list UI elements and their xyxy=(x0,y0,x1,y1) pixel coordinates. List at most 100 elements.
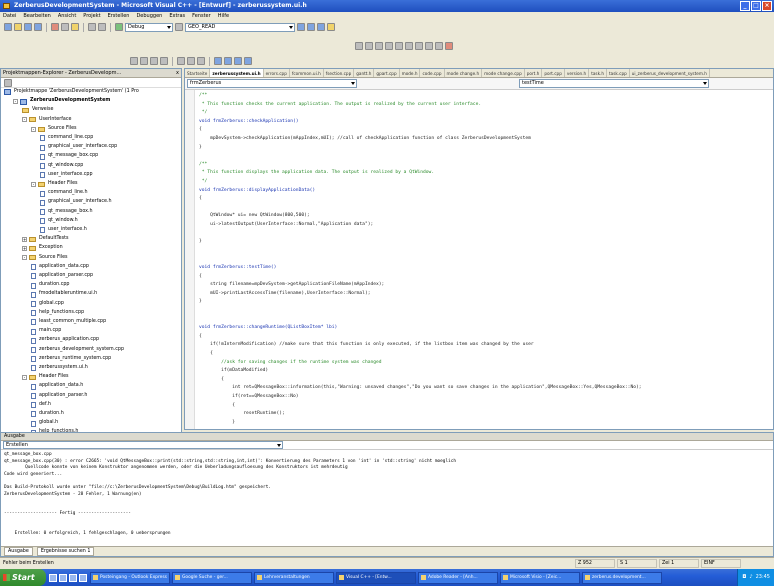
taskbar-button[interactable]: Visual C++ - [Entw... xyxy=(336,571,416,584)
parameter-info-icon[interactable] xyxy=(244,57,252,65)
tree-item[interactable]: + Exception xyxy=(22,245,63,252)
tree-item[interactable]: user_interface.h xyxy=(40,227,87,234)
outdent-icon[interactable] xyxy=(140,57,148,65)
qt-settings-icon[interactable] xyxy=(445,42,453,50)
cut-icon[interactable] xyxy=(51,23,59,31)
taskbar-button[interactable]: Microsoft Visio - [Zeic... xyxy=(500,571,580,584)
document-tab[interactable]: port.h xyxy=(525,69,543,77)
qt-help-icon[interactable] xyxy=(435,42,443,50)
expand-icon[interactable]: + xyxy=(22,246,27,252)
taskbar-button[interactable]: zerberus.development... xyxy=(582,571,662,584)
tree-item[interactable]: user_interface.cpp xyxy=(40,172,93,179)
tree-item[interactable]: duration.h xyxy=(31,411,64,418)
tree-item[interactable]: graphical_user_interface.h xyxy=(40,199,112,206)
output-source-combo[interactable]: Erstellen xyxy=(3,441,283,449)
minimize-button[interactable]: _ xyxy=(740,1,750,11)
tree-item[interactable]: - Header Files xyxy=(31,181,78,188)
save-all-icon[interactable] xyxy=(34,23,42,31)
document-tab[interactable]: mode change.h xyxy=(445,69,483,77)
tree-item[interactable]: + DefaultTests xyxy=(22,236,68,243)
tree-item[interactable]: zerberus_development_system.cpp xyxy=(31,347,124,354)
tree-item[interactable]: - Source Files xyxy=(31,126,77,133)
tree-item[interactable]: application_parser.h xyxy=(31,393,87,400)
document-tab[interactable]: fsection.cpp xyxy=(324,69,355,77)
document-tab[interactable]: port.cpp xyxy=(542,69,565,77)
collapse-icon[interactable]: - xyxy=(13,99,18,105)
bookmark-icon[interactable] xyxy=(177,57,185,65)
tree-item[interactable]: qt_window.cpp xyxy=(40,163,83,170)
tree-item[interactable]: least_common_multiple.cpp xyxy=(31,319,106,326)
uncomment-icon[interactable] xyxy=(160,57,168,65)
tree-item[interactable]: def.h xyxy=(31,402,51,409)
qt-open-icon[interactable] xyxy=(365,42,373,50)
comment-icon[interactable] xyxy=(150,57,158,65)
document-tab[interactable]: gpart.cpp xyxy=(374,69,400,77)
maximize-button[interactable]: □ xyxy=(751,1,761,11)
find-in-files-icon[interactable] xyxy=(297,23,305,31)
collapse-icon[interactable]: - xyxy=(22,117,27,123)
document-tab[interactable]: task.h xyxy=(589,69,607,77)
close-button[interactable]: × xyxy=(762,1,772,11)
document-tab[interactable]: mode change.cpp xyxy=(482,69,525,77)
document-tab[interactable]: task.cpp xyxy=(607,69,630,77)
tree-item[interactable]: global.cpp xyxy=(31,301,64,308)
output-text[interactable]: qt_message_box.cpp qt_message_box.cpp(30)… xyxy=(1,450,773,546)
tree-item[interactable]: zerberussystem.ui.h xyxy=(31,365,88,372)
taskbar-button[interactable]: Lehrveranstaltungen xyxy=(254,571,334,584)
mail-icon[interactable] xyxy=(69,573,77,582)
menu-item[interactable]: Debuggen xyxy=(136,12,162,21)
new-project-icon[interactable] xyxy=(4,23,12,31)
toolbox-icon[interactable] xyxy=(327,23,335,31)
menu-item[interactable]: Datei xyxy=(3,12,16,21)
document-tab[interactable]: mode.h xyxy=(400,69,421,77)
tree-item[interactable]: duration.cpp xyxy=(31,282,69,289)
qt-assistant-icon[interactable] xyxy=(395,42,403,50)
tree-item[interactable]: qt_message_box.cpp xyxy=(40,153,98,160)
tree-item[interactable]: qt_message_box.h xyxy=(40,209,93,216)
taskbar-button[interactable]: Google Suche - ger... xyxy=(172,571,252,584)
tree-item[interactable]: - ZerberusDevelopmentSystem xyxy=(13,98,110,105)
collapse-icon[interactable]: - xyxy=(31,126,36,132)
class-combo[interactable]: frmZerberus xyxy=(187,79,357,88)
prev-bookmark-icon[interactable] xyxy=(187,57,195,65)
undo-icon[interactable] xyxy=(88,23,96,31)
properties-icon[interactable] xyxy=(4,79,12,87)
document-tab[interactable]: gantt.h xyxy=(354,69,375,77)
volume-icon[interactable]: ♪ xyxy=(749,569,752,586)
format-icon[interactable] xyxy=(214,57,222,65)
tree-item[interactable]: fmodeltableruntime.ui.h xyxy=(31,291,97,298)
taskbar-button[interactable]: Posteingang - Outlook Express xyxy=(90,571,170,584)
qt-moc-icon[interactable] xyxy=(405,42,413,50)
tree-item[interactable]: help_functions.cpp xyxy=(31,310,84,317)
solution-explorer-icon[interactable] xyxy=(307,23,315,31)
menu-item[interactable]: Erstellen xyxy=(108,12,130,21)
document-tab[interactable]: version.h xyxy=(565,69,590,77)
tree-item[interactable]: application_parser.cpp xyxy=(31,273,93,280)
tree-item[interactable]: global.h xyxy=(31,420,58,427)
menu-item[interactable]: Ansicht xyxy=(58,12,76,21)
tree-item[interactable]: qt_window.h xyxy=(40,218,78,225)
output-tab[interactable]: Ergebnisse suchen 1 xyxy=(36,547,95,556)
menu-item[interactable]: Extras xyxy=(169,12,185,21)
document-tab[interactable]: errors.cpp xyxy=(264,69,290,77)
qt-uic-icon[interactable] xyxy=(415,42,423,50)
collapse-icon[interactable]: - xyxy=(22,375,27,381)
browser-icon[interactable] xyxy=(59,573,67,582)
tree-item[interactable]: application_data.cpp xyxy=(31,264,89,271)
start-debug-icon[interactable] xyxy=(115,23,123,31)
media-player-icon[interactable] xyxy=(79,573,87,582)
tree-item[interactable]: zerberus_runtime_system.cpp xyxy=(31,356,111,363)
window-title-bar[interactable]: ZerberusDevelopmentSystem - Microsoft Vi… xyxy=(0,0,774,12)
qt-rcc-icon[interactable] xyxy=(425,42,433,50)
next-bookmark-icon[interactable] xyxy=(197,57,205,65)
copy-icon[interactable] xyxy=(61,23,69,31)
tree-item[interactable]: - Header Files xyxy=(22,374,69,381)
menu-item[interactable]: Bearbeiten xyxy=(23,12,50,21)
collapse-icon[interactable]: - xyxy=(31,181,36,187)
qt-designer-icon[interactable] xyxy=(375,42,383,50)
taskbar-button[interactable]: Adobe Reader - [Anh... xyxy=(418,571,498,584)
find-combo[interactable]: GEO_READ xyxy=(185,22,295,32)
tree-item[interactable]: Verweise xyxy=(22,107,54,114)
tree-item[interactable]: - Source Files xyxy=(22,255,68,262)
qt-linguist-icon[interactable] xyxy=(385,42,393,50)
